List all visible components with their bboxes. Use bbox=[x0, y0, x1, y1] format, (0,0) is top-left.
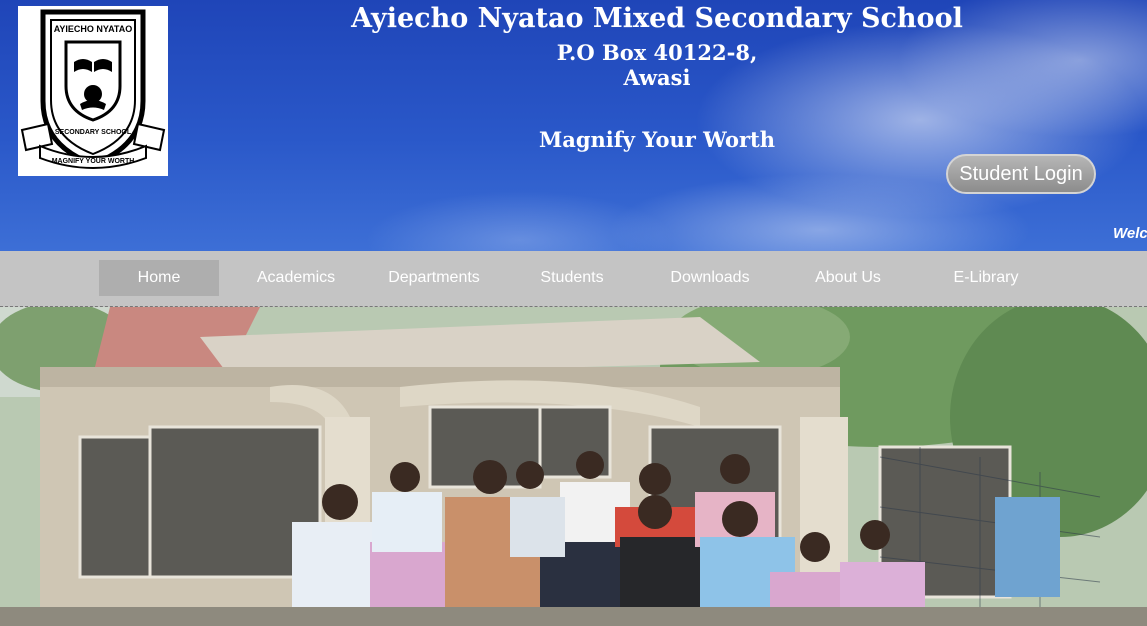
site-header: AYIECHO NYATAO SECONDARY SCHOOL MAGNIFY … bbox=[0, 0, 1147, 251]
svg-text:AYIECHO NYATAO: AYIECHO NYATAO bbox=[54, 24, 133, 34]
nav-item-home[interactable]: Home bbox=[99, 260, 219, 296]
nav-item-students[interactable]: Students bbox=[512, 260, 632, 296]
svg-text:MAGNIFY YOUR WORTH: MAGNIFY YOUR WORTH bbox=[52, 158, 135, 165]
main-nav: Home Academics Departments Students Down… bbox=[0, 251, 1147, 307]
nav-item-academics[interactable]: Academics bbox=[236, 260, 356, 296]
hero-photo bbox=[0, 307, 1147, 626]
welcome-marquee: Welco bbox=[1113, 225, 1147, 242]
school-name: Ayiecho Nyatao Mixed Secondary School bbox=[351, 3, 963, 34]
school-crest-icon: AYIECHO NYATAO SECONDARY SCHOOL MAGNIFY … bbox=[20, 9, 166, 169]
school-group-photo bbox=[0, 307, 1147, 626]
nav-item-e-library[interactable]: E-Library bbox=[926, 260, 1046, 296]
nav-item-downloads[interactable]: Downloads bbox=[650, 260, 770, 296]
student-login-button[interactable]: Student Login bbox=[946, 154, 1096, 194]
school-motto: Magnify Your Worth bbox=[538, 127, 776, 152]
svg-text:SECONDARY SCHOOL: SECONDARY SCHOOL bbox=[55, 129, 132, 136]
address-line-1: P.O Box 40122-8, bbox=[556, 40, 758, 65]
nav-item-about-us[interactable]: About Us bbox=[788, 260, 908, 296]
address-line-2: Awasi bbox=[623, 65, 691, 90]
school-logo: AYIECHO NYATAO SECONDARY SCHOOL MAGNIFY … bbox=[18, 6, 168, 176]
nav-item-departments[interactable]: Departments bbox=[374, 260, 494, 296]
